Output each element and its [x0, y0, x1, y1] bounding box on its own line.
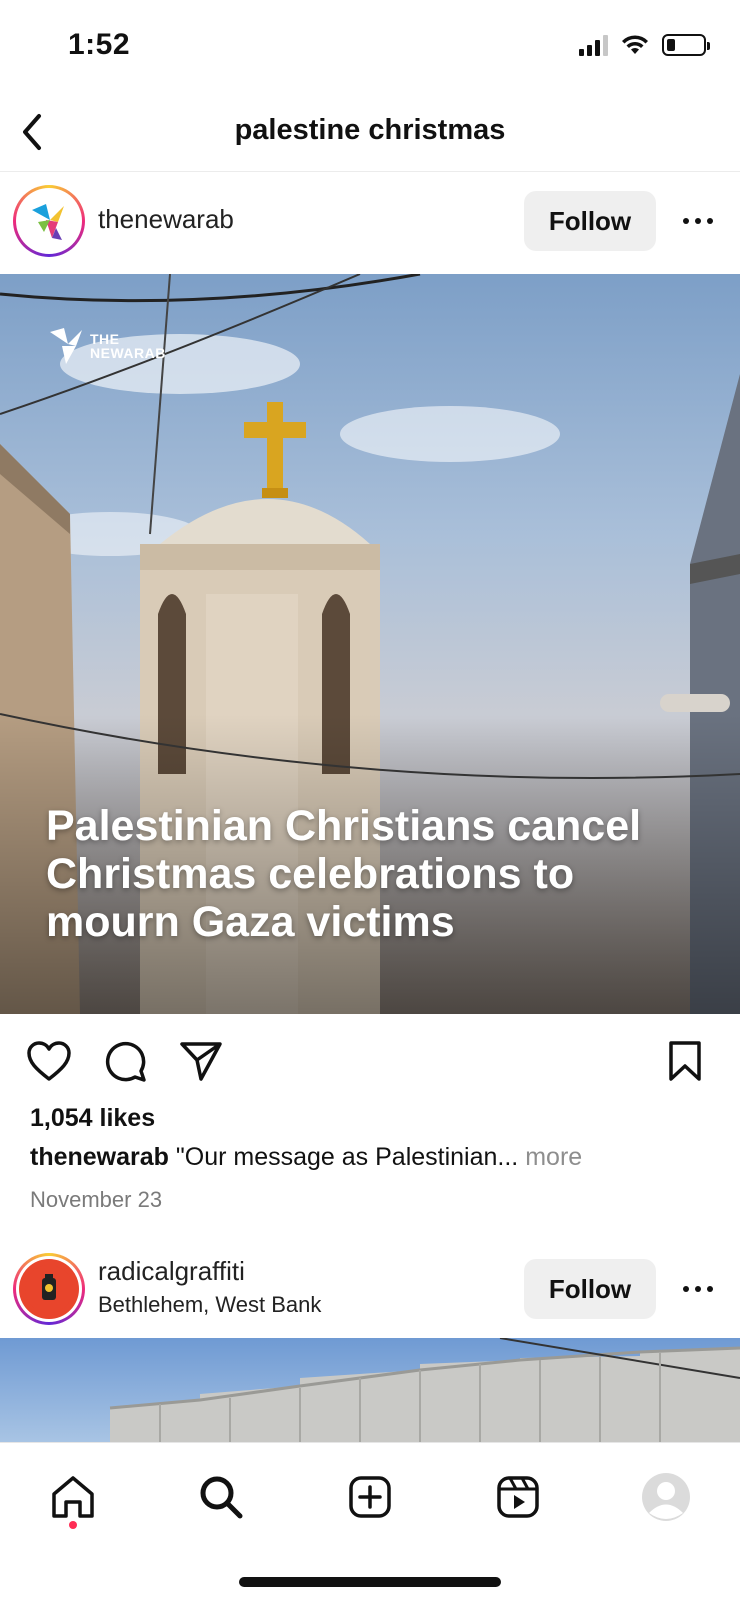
caption-username[interactable]: thenewarab	[30, 1143, 169, 1171]
nav-search[interactable]	[191, 1467, 251, 1527]
more-options-button[interactable]	[676, 1267, 720, 1311]
status-bar: 1:52	[0, 0, 740, 92]
post-image[interactable]	[0, 1338, 740, 1442]
separation-wall-photo	[109, 1338, 740, 1442]
ellipsis-dot	[707, 1286, 713, 1292]
heart-icon	[27, 1041, 71, 1081]
brand-line-1: THE	[90, 331, 120, 347]
nav-home[interactable]	[43, 1467, 103, 1527]
post-location[interactable]: Bethlehem, West Bank	[98, 1292, 321, 1318]
reels-icon	[497, 1476, 539, 1518]
signal-icon	[579, 34, 608, 56]
wifi-icon	[622, 35, 648, 54]
comment-button[interactable]	[100, 1036, 150, 1086]
like-button[interactable]	[24, 1036, 74, 1086]
ellipsis-dot	[683, 218, 689, 224]
status-icons	[579, 34, 710, 56]
post-actions	[0, 1014, 740, 1104]
avatar[interactable]	[13, 1253, 85, 1325]
nav-create[interactable]	[340, 1467, 400, 1527]
nav-profile[interactable]	[636, 1467, 696, 1527]
create-icon	[349, 1476, 391, 1518]
save-button[interactable]	[660, 1036, 710, 1086]
ellipsis-dot	[695, 218, 701, 224]
post-header: thenewarab Follow	[0, 172, 740, 270]
battery-icon	[662, 34, 710, 56]
caption[interactable]: thenewarab "Our message as Palestinian..…	[30, 1143, 582, 1172]
comment-icon	[105, 1041, 146, 1082]
profile-icon	[642, 1473, 690, 1521]
like-count[interactable]: 1,054 likes	[30, 1104, 155, 1133]
status-time: 1:52	[68, 28, 131, 61]
share-icon	[180, 1042, 222, 1081]
search-icon	[200, 1476, 243, 1519]
post-image[interactable]: THE NEWARAB Palestinian Christians cance…	[0, 274, 740, 1014]
follow-button[interactable]: Follow	[524, 1259, 656, 1319]
more-options-button[interactable]	[676, 199, 720, 243]
ellipsis-dot	[695, 1286, 701, 1292]
brand-watermark-text: THE NEWARAB	[90, 332, 166, 360]
brand-watermark: THE NEWARAB	[48, 326, 166, 366]
bird-logo-icon	[32, 204, 64, 240]
share-button[interactable]	[176, 1036, 226, 1086]
ellipsis-dot	[707, 218, 713, 224]
bird-watermark-icon	[50, 328, 82, 364]
caption-text: "Our message as Palestinian...	[168, 1143, 519, 1171]
image-headline: Palestinian Christians cancel Christmas …	[46, 802, 642, 946]
username[interactable]: thenewarab	[98, 204, 234, 235]
home-icon	[52, 1476, 94, 1518]
notification-dot	[69, 1521, 77, 1529]
follow-button[interactable]: Follow	[524, 191, 656, 251]
bookmark-icon	[669, 1041, 701, 1081]
ellipsis-dot	[683, 1286, 689, 1292]
username[interactable]: radicalgraffiti	[98, 1256, 245, 1287]
avatar[interactable]	[13, 185, 85, 257]
search-results-header: palestine christmas	[0, 92, 740, 172]
post-header: radicalgraffiti Bethlehem, West Bank Fol…	[0, 1240, 740, 1338]
nav-reels[interactable]	[488, 1467, 548, 1527]
graffiti-logo-icon	[25, 1265, 73, 1313]
post-date: November 23	[30, 1187, 163, 1212]
home-indicator	[239, 1577, 501, 1587]
caption-more-link[interactable]: more	[518, 1143, 582, 1171]
page-title: palestine christmas	[234, 114, 506, 146]
brand-line-2: NEWARAB	[90, 345, 166, 361]
